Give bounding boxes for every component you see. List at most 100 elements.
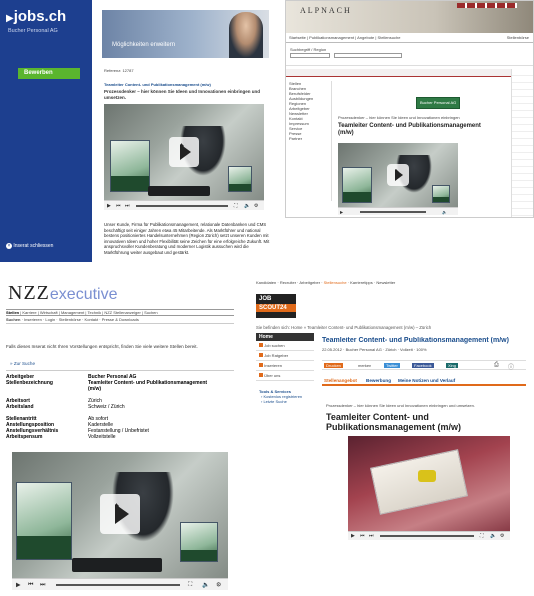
topnav-item[interactable]: Kandidaten — [256, 280, 276, 285]
sidebar-header[interactable]: Home — [256, 333, 314, 341]
fullscreen-icon[interactable]: ⛶ — [480, 533, 484, 539]
sidebar-item-job-suchen[interactable]: Job suchen — [256, 341, 314, 351]
apply-button[interactable]: Bewerben — [18, 68, 80, 79]
skip-forward-icon[interactable]: ⏭ — [40, 581, 45, 589]
fullscreen-icon[interactable]: ⛶ — [234, 203, 238, 209]
nav-item[interactable]: Startseite — [289, 35, 306, 40]
nav-tab[interactable]: Suchen — [144, 310, 158, 315]
services-item[interactable]: › Letzte Suche — [256, 399, 314, 404]
settings-icon[interactable]: ⚙ — [254, 203, 258, 209]
product-boxes — [16, 482, 72, 560]
tab-stellenangebot[interactable]: Stellenangebot — [324, 378, 357, 383]
volume-icon[interactable]: 🔈 — [202, 581, 209, 588]
sidebar-item[interactable]: Partner — [286, 136, 331, 141]
play-icon[interactable]: ▶ — [351, 533, 355, 539]
nav-tab-active[interactable]: Stellen — [6, 310, 19, 315]
topnav-item[interactable]: Newsletter — [376, 280, 395, 285]
nav-tab[interactable]: Technik — [88, 310, 102, 315]
alpnach-job-title: Teamleiter Content- und Publikationsmana… — [338, 123, 481, 136]
jobscout-sidebar: Home Job suchen Job Ratgeber Inserieren … — [256, 333, 314, 423]
right-sidebar — [511, 69, 533, 217]
product-boxes-right — [180, 522, 218, 562]
topnav-item[interactable]: Stellensuche — [324, 280, 347, 285]
jobs-ch-video[interactable]: ▶ ⏮ ⏭ ⛶ 🔈 ⚙ — [104, 104, 264, 210]
bullet-icon — [259, 353, 263, 357]
subnav-item[interactable]: Suchen — [6, 317, 20, 322]
facebook-button[interactable]: Facebook — [412, 363, 434, 368]
subnav-item[interactable]: Stellenbörse — [59, 317, 81, 322]
search-input-2[interactable] — [334, 53, 402, 58]
sidebar-item-inserieren[interactable]: Inserieren — [256, 361, 314, 371]
settings-icon[interactable]: ⚙ — [500, 533, 504, 539]
jobscout-logo[interactable]: JOB SCOUT24 — [256, 294, 296, 318]
jobs-ch-company: Bucher Personal AG — [8, 28, 58, 34]
keyboard — [72, 558, 162, 572]
nav-tab[interactable]: Management — [61, 310, 84, 315]
play-icon[interactable]: ▶ — [340, 209, 343, 214]
subnav-item[interactable]: Kontakt — [85, 317, 99, 322]
nzz-logo[interactable]: NZZexecutive — [8, 282, 117, 305]
topnav-item[interactable]: Arbeitgeber — [299, 280, 320, 285]
skip-back-icon[interactable]: ⏮ — [360, 533, 365, 539]
close-ad-link[interactable]: × Inserat schliessen — [6, 243, 53, 249]
skip-forward-icon[interactable]: ⏭ — [125, 203, 130, 209]
skip-back-icon[interactable]: ⏮ — [28, 581, 33, 589]
xing-button[interactable]: Xing — [446, 363, 459, 368]
twitter-button[interactable]: Twitter — [384, 363, 400, 368]
save-button[interactable]: merken — [358, 363, 371, 368]
progress-bar[interactable] — [136, 204, 228, 207]
nav-item[interactable]: Publikationsmanagement — [309, 35, 354, 40]
fullscreen-icon[interactable]: ⛶ — [188, 581, 192, 589]
alpnach-logo[interactable]: ALPNACH — [300, 6, 352, 15]
alpnach-video[interactable]: ▶ 🔈 — [338, 143, 458, 215]
subnav-item[interactable]: Presse & Downloads — [102, 317, 139, 322]
subnav-item[interactable]: Inserieren — [24, 317, 42, 322]
tab-bewerbung[interactable]: Bewerbung — [366, 378, 391, 383]
alpnach-header: ALPNACH — [286, 1, 533, 33]
volume-icon[interactable]: 🔈 — [490, 533, 496, 539]
volume-icon[interactable]: 🔈 — [442, 209, 447, 214]
skip-forward-icon[interactable]: ⏭ — [369, 533, 374, 539]
progress-bar[interactable] — [56, 583, 180, 586]
nav-tab[interactable]: Karriere — [22, 310, 36, 315]
alpnach-subtitle: Prozessdenker – hier können Sie Ideen un… — [338, 115, 460, 120]
intro-text: Prozessdenker – hier können Sie Ideen un… — [104, 89, 261, 100]
nzz-video[interactable]: ▶ ⏮ ⏭ ⛶ 🔈 ⚙ — [12, 452, 228, 590]
tab-notizen[interactable]: Meine Notizen und Verlauf — [398, 378, 455, 383]
progress-bar[interactable] — [380, 535, 474, 537]
subnav-item[interactable]: Login — [45, 317, 55, 322]
sidebar-item-ueber-uns[interactable]: Über uns — [256, 371, 314, 381]
print-button[interactable]: Drucken — [324, 363, 343, 368]
play-arrow-icon: ▶ — [6, 13, 14, 24]
play-button[interactable] — [169, 136, 199, 167]
jobscout-topnav: Kandidaten · Recruiter · Arbeitgeber · S… — [256, 280, 396, 285]
topnav-item[interactable]: Karrieretipps — [350, 280, 373, 285]
nav-tab[interactable]: Wirtschaft — [40, 310, 58, 315]
play-icon[interactable]: ▶ — [16, 581, 21, 588]
skip-back-icon[interactable]: ⏮ — [116, 203, 121, 209]
video-controls: ▶ ⏮ ⏭ ⛶ 🔈 ⚙ — [104, 200, 264, 210]
jobs-ch-logo[interactable]: ▶jobs.ch — [6, 8, 66, 25]
settings-icon[interactable]: ⚙ — [216, 581, 221, 588]
search-input[interactable] — [290, 53, 330, 58]
info-icon[interactable]: ⓘ — [508, 362, 514, 371]
nav-tab[interactable]: NZZ Stellenanzeiger — [104, 310, 140, 315]
print-icon[interactable]: ⎙ — [494, 362, 499, 369]
back-link[interactable]: » Zur Suche — [10, 361, 35, 366]
body-text: Unser Kunde, Firma für Publikationsmanag… — [104, 222, 270, 255]
video-controls: ▶ 🔈 — [338, 207, 458, 215]
progress-bar[interactable] — [360, 210, 426, 213]
topnav-item[interactable]: Recruiter — [280, 280, 296, 285]
jobscout-video[interactable]: ▶ ⏮ ⏭ ⛶ 🔈 ⚙ — [348, 436, 510, 540]
sidebar-item-job-ratgeber[interactable]: Job Ratgeber — [256, 351, 314, 361]
volume-icon[interactable]: 🔈 — [244, 203, 250, 209]
jobscout-big-title: Teamleiter Content- und Publikationsmana… — [326, 412, 462, 432]
nav-item[interactable]: Angebote — [357, 35, 374, 40]
play-button[interactable] — [387, 164, 409, 187]
play-button[interactable] — [100, 494, 140, 535]
banner-text: Möglichkeiten erweitern — [112, 42, 176, 48]
play-icon[interactable]: ▶ — [107, 203, 111, 209]
video-controls: ▶ ⏮ ⏭ ⛶ 🔈 ⚙ — [348, 531, 510, 540]
nav-item[interactable]: Stellenbörse — [507, 35, 529, 40]
nav-item[interactable]: Stellensuche — [378, 35, 401, 40]
